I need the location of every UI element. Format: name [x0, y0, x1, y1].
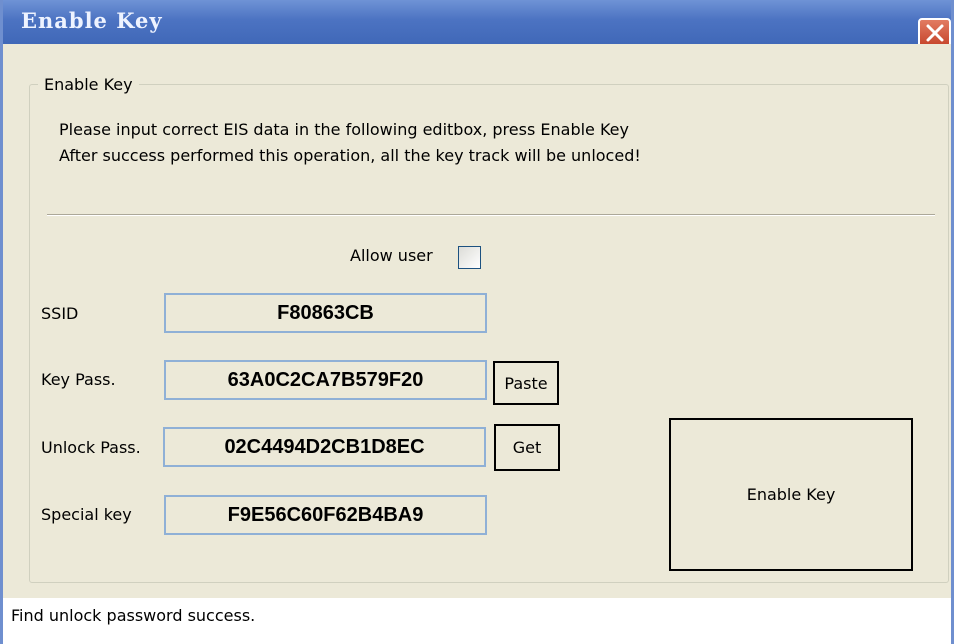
status-bar: Find unlock password success. — [3, 598, 951, 644]
separator-line — [47, 214, 935, 216]
unlock-pass-label: Unlock Pass. — [41, 438, 141, 457]
instruction-line-1: Please input correct EIS data in the fol… — [59, 120, 629, 139]
instruction-line-2: After success performed this operation, … — [59, 146, 641, 165]
allow-user-label: Allow user — [350, 246, 433, 265]
groupbox-legend: Enable Key — [44, 75, 133, 94]
status-text: Find unlock password success. — [11, 606, 256, 625]
close-icon — [926, 24, 943, 42]
enable-key-button[interactable]: Enable Key — [669, 418, 913, 571]
ssid-label: SSID — [41, 304, 79, 323]
window-title: Enable Key — [21, 8, 163, 33]
key-pass-field[interactable]: 63A0C2CA7B579F20 — [164, 360, 487, 400]
paste-button[interactable]: Paste — [493, 361, 559, 405]
special-key-field[interactable]: F9E56C60F62B4BA9 — [164, 495, 487, 535]
key-pass-label: Key Pass. — [41, 370, 116, 389]
special-key-label: Special key — [41, 505, 132, 524]
enable-key-dialog: Enable Key Enable Key Please input corre… — [0, 0, 954, 644]
allow-user-checkbox[interactable] — [458, 246, 481, 269]
get-button[interactable]: Get — [494, 424, 560, 471]
title-bar[interactable]: Enable Key — [3, 0, 951, 44]
ssid-field[interactable]: F80863CB — [164, 293, 487, 333]
unlock-pass-field[interactable]: 02C4494D2CB1D8EC — [163, 427, 486, 467]
